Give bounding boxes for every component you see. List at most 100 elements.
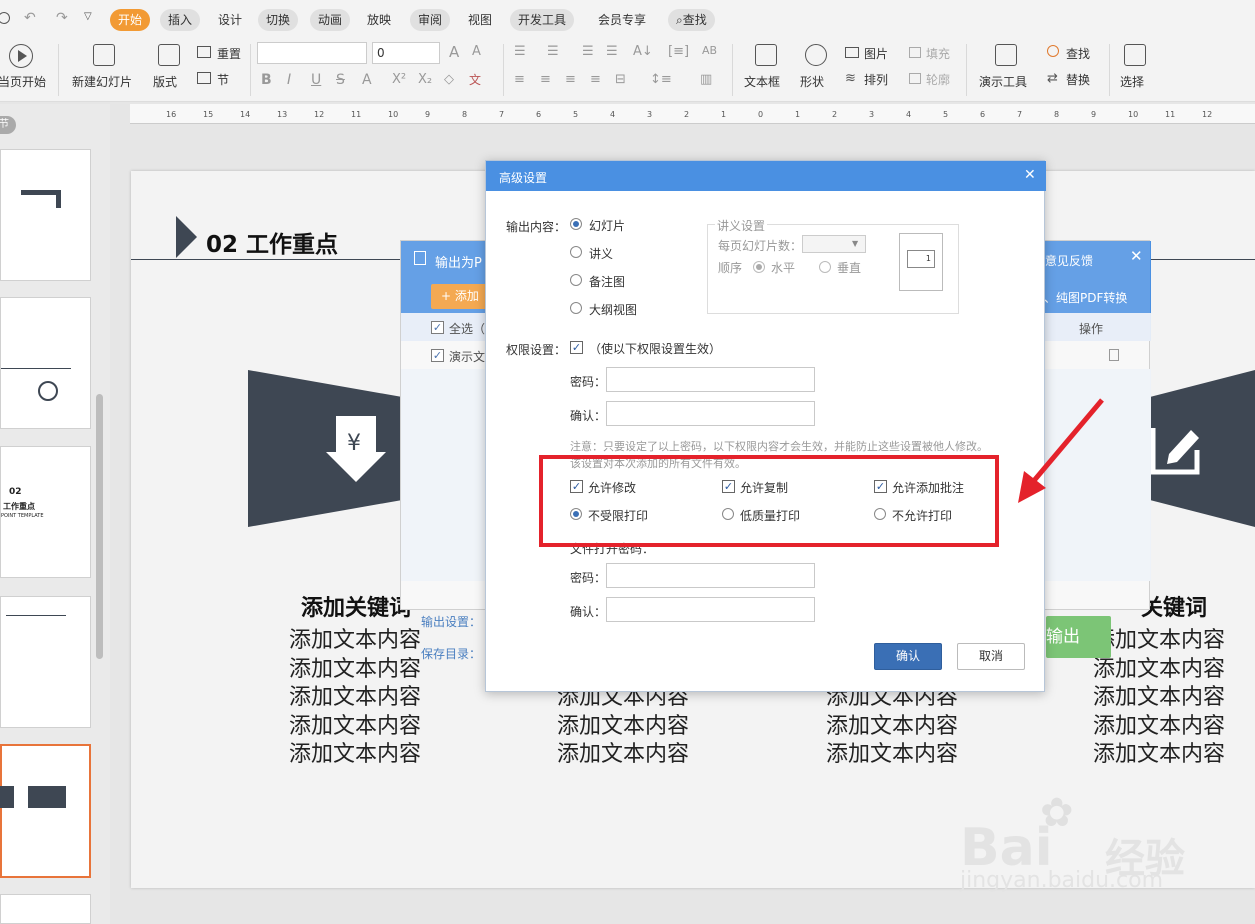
tab-design[interactable]: 设计	[210, 9, 250, 31]
underline-icon[interactable]: U	[311, 72, 321, 88]
slide-thumbnail-selected[interactable]	[0, 744, 91, 878]
replace-icon[interactable]: ⇄	[1047, 71, 1058, 86]
radio-outline[interactable]	[570, 302, 582, 314]
perm-confirm-input[interactable]	[606, 401, 815, 426]
shape-button[interactable]: 形状	[800, 73, 824, 90]
arrange-button[interactable]: 排列	[864, 71, 888, 88]
subscript-icon[interactable]: X₂	[418, 72, 432, 87]
phonetic-icon[interactable]: 文	[469, 71, 481, 88]
shrink-font-icon[interactable]: A	[472, 44, 481, 59]
layout-icon[interactable]	[158, 44, 180, 66]
close-icon[interactable]: ✕	[1024, 167, 1036, 183]
font-color-icon[interactable]: A	[362, 72, 372, 88]
find-button[interactable]: 查找	[1066, 45, 1090, 62]
outline-icon[interactable]	[909, 73, 921, 84]
tab-member[interactable]: 会员专享	[590, 9, 654, 31]
shape-icon[interactable]	[805, 44, 827, 66]
outline-button[interactable]: 轮廓	[926, 71, 950, 88]
align-left-icon[interactable]: ≡	[514, 72, 525, 87]
open-confirm-input[interactable]	[606, 597, 815, 622]
arrange-icon[interactable]: ≋	[845, 71, 856, 86]
decrease-indent-icon[interactable]: ☰	[582, 44, 594, 59]
textbox-button[interactable]: 文本框	[744, 73, 780, 90]
tab-review[interactable]: 审阅	[410, 9, 451, 31]
body-text-col2[interactable]: 添加文本内容 添加文本内容 添加文本内容	[557, 684, 689, 770]
radio-slides[interactable]	[570, 218, 582, 230]
align-right-icon[interactable]: ≡	[565, 72, 576, 87]
superscript-icon[interactable]: X²	[392, 72, 406, 87]
radio-vertical[interactable]	[819, 261, 831, 273]
cancel-button[interactable]: 取消	[957, 643, 1025, 670]
text-direction-icon[interactable]: [≡]	[668, 44, 689, 59]
keyword-label-left[interactable]: 添加关键词	[301, 590, 411, 622]
undo-icon[interactable]: ↶	[24, 10, 36, 26]
body-text-col4[interactable]: 添加文本内容 添加文本内容 添加文本内容 添加文本内容 添加文本内容	[1093, 627, 1225, 770]
radio-horizontal[interactable]	[753, 261, 765, 273]
grow-font-icon[interactable]: A	[449, 43, 459, 61]
slide-thumbnail[interactable]	[0, 596, 91, 728]
clear-format-icon[interactable]: ◇	[444, 72, 454, 87]
line-spacing-icon[interactable]: ↕≡	[650, 72, 672, 87]
keyword-label-right[interactable]: 关键词	[1141, 590, 1207, 622]
italic-icon[interactable]: I	[287, 72, 291, 88]
quick-access-dropdown-icon[interactable]: ▽	[84, 11, 92, 22]
layout-button[interactable]: 版式	[153, 73, 177, 90]
enable-permission-checkbox[interactable]: ✓	[570, 341, 583, 354]
tab-home[interactable]: 开始	[110, 9, 151, 31]
sort-icon[interactable]: A↓	[633, 44, 653, 59]
justify-icon[interactable]: ≡	[590, 72, 601, 87]
select-button[interactable]: 选择	[1120, 73, 1144, 90]
bold-icon[interactable]: B	[261, 72, 272, 88]
number-list-icon[interactable]: ☰	[547, 44, 559, 59]
tab-animation[interactable]: 动画	[310, 9, 351, 31]
section-icon[interactable]	[197, 72, 211, 84]
replace-button[interactable]: 替换	[1066, 71, 1090, 88]
picture-button[interactable]: 图片	[864, 45, 888, 62]
slide-thumbnail[interactable]	[0, 297, 91, 429]
section-button[interactable]: 节	[217, 71, 229, 88]
select-icon[interactable]	[1124, 44, 1146, 66]
font-size-select[interactable]: 0	[372, 42, 440, 64]
slide-title[interactable]: 02 工作重点	[206, 225, 338, 259]
radio-handout[interactable]	[570, 246, 582, 258]
ok-button[interactable]: 确认	[874, 643, 942, 670]
tab-developer[interactable]: 开发工具	[510, 9, 575, 31]
tab-insert[interactable]: 插入	[160, 9, 201, 31]
presentation-tools-button[interactable]: 演示工具	[979, 73, 1027, 90]
text-effect-icon[interactable]: AB	[702, 44, 717, 57]
body-text-col1[interactable]: 添加文本内容 添加文本内容 添加文本内容 添加文本内容 添加文本内容	[289, 627, 421, 770]
reset-button[interactable]: 重置	[217, 45, 241, 62]
magnify-icon[interactable]	[0, 12, 10, 24]
increase-indent-icon[interactable]: ☰	[606, 44, 618, 59]
picture-icon[interactable]	[845, 47, 859, 58]
redo-icon[interactable]: ↷	[56, 10, 68, 26]
align-center-icon[interactable]: ≡	[540, 72, 551, 87]
slide-thumbnail[interactable]	[0, 894, 91, 924]
tab-slideshow[interactable]: 放映	[359, 9, 399, 31]
open-password-input[interactable]	[606, 563, 815, 588]
new-slide-icon[interactable]	[93, 44, 115, 66]
tab-transition[interactable]: 切换	[258, 9, 299, 31]
font-family-select[interactable]	[257, 42, 367, 64]
strikethrough-icon[interactable]: S	[336, 72, 345, 88]
from-current-button[interactable]: 当页开始	[0, 73, 46, 90]
textbox-icon[interactable]	[755, 44, 777, 66]
body-text-col3[interactable]: 添加文本内容 添加文本内容 添加文本内容	[826, 684, 958, 770]
reset-icon[interactable]	[197, 46, 211, 58]
thumbnail-scrollbar[interactable]	[96, 394, 103, 659]
slide-thumbnail[interactable]: 02 工作重点 POINT TEMPLATE	[0, 446, 91, 578]
fill-button[interactable]: 填充	[926, 45, 950, 62]
export-button[interactable]: 输出	[1046, 616, 1111, 658]
distribute-icon[interactable]: ⊟	[615, 72, 626, 87]
bullet-list-icon[interactable]: ☰	[514, 44, 526, 59]
presentation-tools-icon[interactable]	[995, 44, 1017, 66]
radio-notes[interactable]	[570, 274, 582, 286]
find-icon[interactable]	[1047, 45, 1059, 57]
columns-icon[interactable]: ▥	[700, 72, 712, 87]
perm-password-input[interactable]	[606, 367, 815, 392]
slide-thumbnail[interactable]	[0, 149, 91, 281]
new-slide-button[interactable]: 新建幻灯片	[72, 73, 132, 90]
fill-icon[interactable]	[909, 47, 921, 58]
tab-search[interactable]: ⌕查找	[668, 9, 715, 31]
tab-view[interactable]: 视图	[460, 9, 500, 31]
